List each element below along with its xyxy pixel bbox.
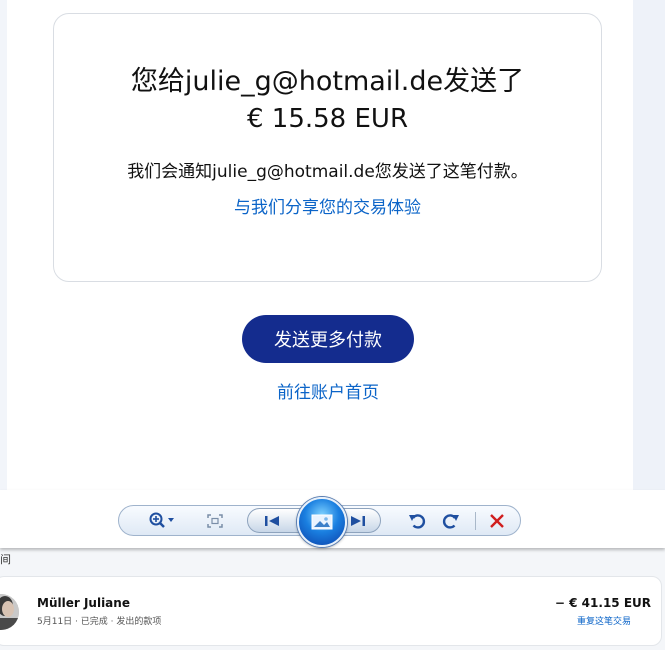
rotate-right-button[interactable] (437, 509, 465, 533)
toolbar-separator (475, 512, 476, 530)
send-more-button[interactable]: 发送更多付款 (242, 315, 414, 363)
rotate-left-icon (409, 514, 426, 529)
zoom-icon (149, 512, 174, 528)
payment-page: 您给julie_g@hotmail.de发送了 € 15.58 EUR 我们会通… (0, 0, 665, 490)
section-heading-fragment: 间 (0, 553, 11, 566)
previous-button[interactable] (254, 509, 290, 533)
zoom-button[interactable] (145, 509, 179, 533)
photo-viewer-toolbar-band (0, 490, 665, 548)
viewer-toolbar (118, 497, 521, 547)
confirmation-card: 您给julie_g@hotmail.de发送了 € 15.58 EUR 我们会通… (53, 13, 602, 282)
fit-window-icon (207, 514, 223, 528)
right-edge (633, 0, 665, 490)
account-home-link[interactable]: 前往账户首页 (0, 378, 656, 403)
notify-text: 我们会通知julie_g@hotmail.de您发送了这笔付款。 (127, 162, 528, 182)
delete-icon (490, 514, 504, 528)
delete-button[interactable] (483, 509, 511, 533)
transaction-amount: − € 41.15 EUR (554, 596, 651, 610)
fit-window-button[interactable] (203, 509, 227, 533)
transaction-row[interactable]: Müller Juliane 5月11日 · 已完成 · 发出的款项 − € 4… (0, 576, 662, 646)
payment-amount: € 15.58 EUR (246, 104, 409, 134)
repeat-transaction-link[interactable]: 重复这笔交易 (577, 614, 631, 627)
transaction-meta: 5月11日 · 已完成 · 发出的款项 (37, 617, 162, 627)
slideshow-button[interactable] (297, 497, 347, 547)
transaction-name: Müller Juliane (37, 596, 130, 610)
next-icon (351, 516, 365, 526)
avatar (0, 594, 19, 630)
rotate-left-button[interactable] (403, 509, 431, 533)
feedback-link[interactable]: 与我们分享您的交易体验 (54, 196, 601, 220)
rotate-right-icon (442, 514, 459, 529)
slideshow-icon (311, 514, 333, 530)
confirmation-title: 您给julie_g@hotmail.de发送了 (130, 66, 525, 97)
previous-icon (265, 516, 279, 526)
